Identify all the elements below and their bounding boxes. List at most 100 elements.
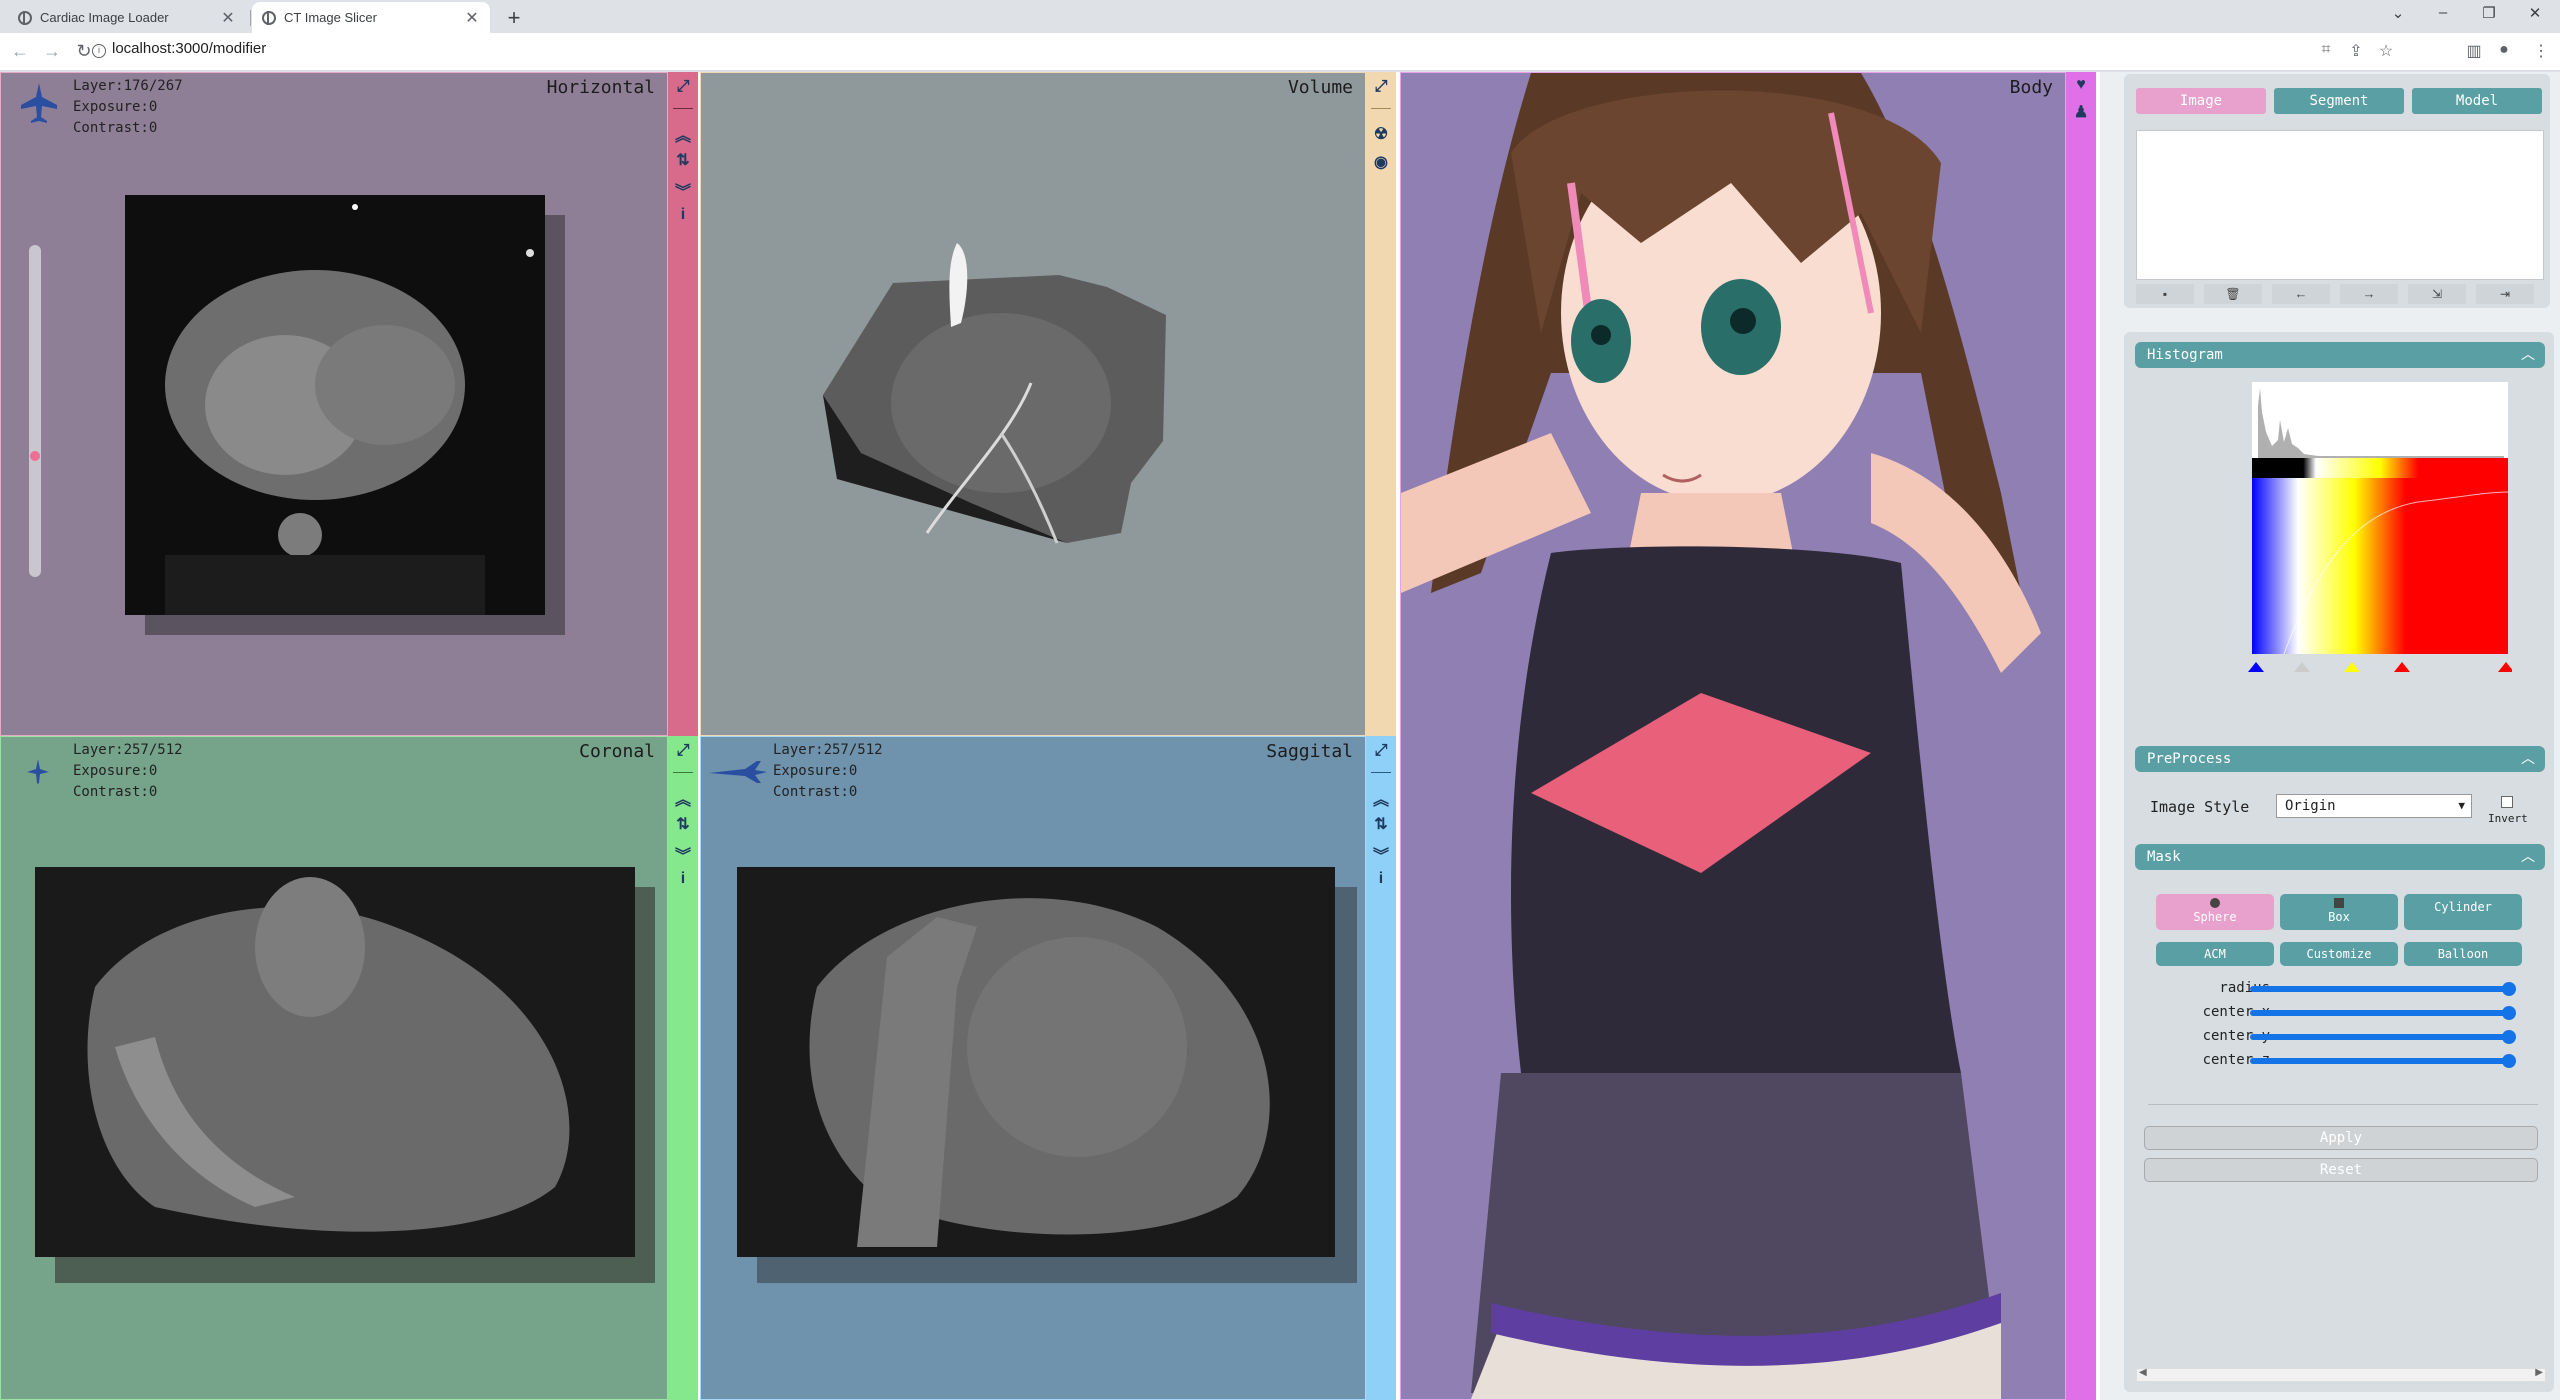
person-icon[interactable]: ♟	[2066, 102, 2096, 122]
info-icon[interactable]: i	[668, 206, 698, 224]
center-x-slider[interactable]	[2250, 1006, 2516, 1020]
histogram-header[interactable]: Histogram ︿	[2135, 342, 2545, 368]
reset-button[interactable]: Reset	[2144, 1158, 2538, 1182]
tab-image[interactable]: Image	[2136, 88, 2266, 114]
slider-thumb[interactable]	[2502, 1030, 2516, 1044]
mask-balloon-button[interactable]: Balloon	[2404, 942, 2522, 966]
compress-icon[interactable]: ⇅	[1366, 814, 1396, 834]
section-title: Mask	[2147, 849, 2181, 865]
ct-slice-image	[35, 867, 655, 1283]
strip-divider	[1371, 772, 1391, 773]
maximize-icon[interactable]: ⤢	[668, 78, 698, 96]
hazard-icon[interactable]: ☢	[1366, 124, 1396, 144]
exposure-readout: Exposure:0	[73, 763, 158, 779]
tab-model[interactable]: Model	[2412, 88, 2542, 114]
save-icon[interactable]: ⇥	[2476, 284, 2534, 304]
info-icon[interactable]: i	[1366, 870, 1396, 888]
maximize-icon[interactable]: ⤢	[1366, 742, 1396, 760]
mask-box-button[interactable]: Box	[2280, 894, 2398, 930]
mask-customize-button[interactable]: Customize	[2280, 942, 2398, 966]
sidepanel-icon[interactable]: ▥	[2463, 41, 2485, 61]
arrow-left-icon[interactable]: ←	[2272, 284, 2330, 304]
close-icon[interactable]: ✕	[464, 8, 480, 28]
chevrons-down-icon[interactable]: ︾	[1366, 842, 1396, 866]
mask-header[interactable]: Mask ︿	[2135, 844, 2545, 870]
scroll-left-icon[interactable]: ◀	[2139, 1367, 2147, 1378]
maximize-icon[interactable]: ⤢	[668, 742, 698, 760]
saggital-overlay: Layer:257/512 Exposure:0 Contrast:0	[773, 740, 883, 803]
strip-divider	[673, 108, 693, 109]
volume-render-image	[823, 243, 1166, 544]
image-list-box[interactable]	[2136, 130, 2544, 280]
window-close-button[interactable]: ✕	[2520, 4, 2550, 22]
back-button[interactable]: ←	[8, 41, 32, 62]
profile-avatar-icon[interactable]: ●	[2493, 41, 2515, 59]
maximize-icon[interactable]: ⤢	[1366, 78, 1396, 96]
preprocess-header[interactable]: PreProcess ︿	[2135, 746, 2545, 772]
layer-slider[interactable]	[29, 245, 41, 577]
restore-button[interactable]: ❐	[2474, 4, 2504, 22]
saggital-view[interactable]: Layer:257/512 Exposure:0 Contrast:0 Sagg…	[700, 736, 1366, 1400]
chevron-up-icon[interactable]: ︿	[2521, 342, 2535, 368]
radius-slider[interactable]	[2250, 982, 2516, 996]
chevrons-down-icon[interactable]: ︾	[668, 842, 698, 866]
center-z-slider[interactable]	[2250, 1054, 2516, 1068]
new-tab-button[interactable]: +	[500, 5, 528, 31]
forward-button[interactable]: →	[40, 41, 64, 62]
compress-icon[interactable]: ⇅	[668, 814, 698, 834]
ct-slice-image	[737, 867, 1357, 1283]
arrow-right-icon[interactable]: →	[2340, 284, 2398, 304]
body-view[interactable]: Body	[1400, 72, 2066, 1400]
info-icon[interactable]: i	[668, 870, 698, 888]
horizontal-view[interactable]: Layer:176/267 Exposure:0 Contrast:0 Hori…	[0, 72, 668, 736]
slider-thumb[interactable]	[2502, 1054, 2516, 1068]
mask-sphere-button[interactable]: Sphere	[2156, 894, 2274, 930]
browser-tab-cardiac-loader[interactable]: Cardiac Image Loader ✕	[8, 2, 246, 33]
close-icon[interactable]: ✕	[220, 8, 236, 28]
chevrons-down-icon[interactable]: ︾	[668, 178, 698, 202]
mask-cylinder-button[interactable]: Cylinder	[2404, 894, 2522, 930]
chevrons-up-icon[interactable]: ︽	[668, 786, 698, 810]
histogram-transfer-function[interactable]	[2248, 382, 2512, 694]
share-icon[interactable]: ⇪	[2345, 41, 2367, 61]
panel-title: Horizontal	[546, 77, 655, 98]
add-icon[interactable]: ▪	[2136, 284, 2194, 304]
layer-readout: Layer:257/512	[73, 742, 183, 758]
mask-acm-button[interactable]: ACM	[2156, 942, 2274, 966]
coronal-view[interactable]: Layer:257/512 Exposure:0 Contrast:0 Coro…	[0, 736, 668, 1400]
slider-thumb[interactable]	[2502, 1006, 2516, 1020]
volume-view[interactable]: Volume	[700, 72, 1366, 736]
heart-icon[interactable]: ♥	[2066, 76, 2096, 94]
address-bar[interactable]: localhost:3000/modifier	[112, 40, 266, 57]
translate-icon[interactable]: ⌗	[2315, 41, 2337, 59]
minimize-button[interactable]: –	[2428, 4, 2458, 21]
apply-button[interactable]: Apply	[2144, 1126, 2538, 1150]
globe-icon	[262, 10, 276, 25]
browser-tab-ct-slicer[interactable]: CT Image Slicer ✕	[252, 2, 490, 33]
button-label: Box	[2328, 910, 2350, 924]
chevron-up-icon[interactable]: ︿	[2521, 746, 2535, 772]
sphere-icon	[2210, 898, 2220, 908]
invert-label: Invert	[2488, 812, 2528, 825]
image-style-select[interactable]: Origin ▼	[2276, 794, 2472, 818]
app-root: Layer:176/267 Exposure:0 Contrast:0 Hori…	[0, 72, 2560, 1400]
trash-icon[interactable]: 🗑	[2204, 284, 2262, 304]
tab-segment[interactable]: Segment	[2274, 88, 2404, 114]
center-y-slider[interactable]	[2250, 1030, 2516, 1044]
layer-slider-thumb[interactable]	[30, 451, 40, 461]
palette-icon[interactable]: ◉	[1366, 152, 1396, 172]
chevrons-up-icon[interactable]: ︽	[1366, 786, 1396, 810]
tab-search-icon[interactable]: ⌄	[2383, 4, 2413, 22]
bookmark-star-icon[interactable]: ☆	[2375, 41, 2397, 61]
site-info-icon[interactable]: i	[92, 44, 106, 58]
horizontal-scrollbar[interactable]: ◀ ▶	[2136, 1367, 2546, 1382]
browser-menu-icon[interactable]: ⋮	[2530, 41, 2552, 61]
invert-checkbox[interactable]	[2501, 796, 2513, 808]
chevron-up-icon[interactable]: ︿	[2521, 844, 2535, 870]
compress-icon[interactable]: ⇅	[668, 150, 698, 170]
coronal-overlay: Layer:257/512 Exposure:0 Contrast:0	[73, 740, 183, 803]
chevrons-up-icon[interactable]: ︽	[668, 122, 698, 146]
scroll-right-icon[interactable]: ▶	[2535, 1367, 2543, 1378]
export-icon[interactable]: ⇲	[2408, 284, 2466, 304]
slider-thumb[interactable]	[2502, 982, 2516, 996]
